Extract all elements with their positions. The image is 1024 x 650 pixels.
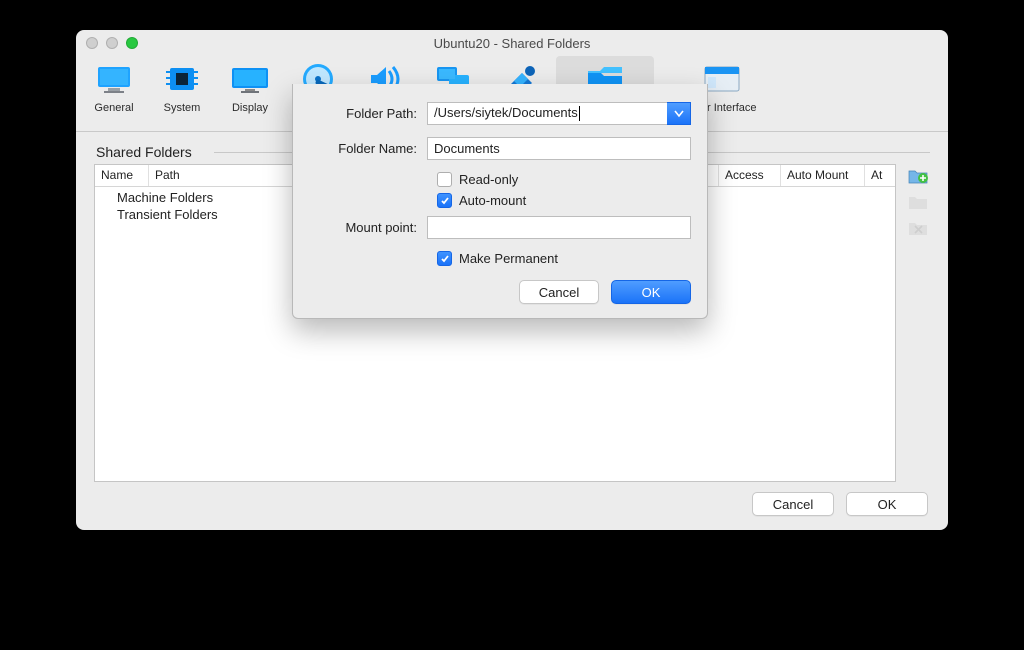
col-auto-mount[interactable]: Auto Mount: [781, 165, 865, 186]
tab-general[interactable]: General: [80, 56, 148, 131]
col-access[interactable]: Access: [719, 165, 781, 186]
folder-name-input[interactable]: [427, 137, 691, 160]
chip-icon: [164, 63, 200, 100]
folder-path-input[interactable]: /Users/siytek/Documents: [427, 102, 667, 125]
traffic-lights: [86, 37, 138, 49]
col-at[interactable]: At: [865, 165, 895, 186]
add-share-dialog: Folder Path: /Users/siytek/Documents Fol…: [292, 84, 708, 319]
edit-folder-button: [908, 192, 928, 210]
cancel-button[interactable]: Cancel: [752, 492, 834, 516]
auto-mount-checkbox[interactable]: [437, 193, 452, 208]
add-folder-button[interactable]: [908, 166, 928, 184]
tab-display[interactable]: Display: [216, 56, 284, 131]
make-permanent-label: Make Permanent: [459, 251, 558, 266]
mount-point-input[interactable]: [427, 216, 691, 239]
make-permanent-checkbox[interactable]: [437, 251, 452, 266]
window-zoom-button[interactable]: [126, 37, 138, 49]
ok-button[interactable]: OK: [846, 492, 928, 516]
col-name[interactable]: Name: [95, 165, 149, 186]
auto-mount-label: Auto-mount: [459, 193, 526, 208]
folder-name-label: Folder Name:: [309, 141, 427, 156]
window-close-button[interactable]: [86, 37, 98, 49]
window-ui-icon: [703, 64, 741, 99]
window-minimize-button[interactable]: [106, 37, 118, 49]
text-cursor: [579, 106, 580, 121]
folder-path-label: Folder Path:: [309, 106, 427, 121]
display-icon: [231, 64, 269, 99]
side-buttons: [906, 164, 930, 482]
monitor-icon: [96, 64, 132, 99]
chevron-down-icon: [674, 105, 684, 123]
folder-path-combo[interactable]: /Users/siytek/Documents: [427, 102, 691, 125]
tab-system[interactable]: System: [148, 56, 216, 131]
dialog-ok-button[interactable]: OK: [611, 280, 691, 304]
read-only-label: Read-only: [459, 172, 518, 187]
folder-path-dropdown-button[interactable]: [667, 102, 691, 125]
read-only-row[interactable]: Read-only: [437, 172, 691, 187]
dialog-cancel-button[interactable]: Cancel: [519, 280, 599, 304]
read-only-checkbox[interactable]: [437, 172, 452, 187]
settings-window: Ubuntu20 - Shared Folders General System…: [76, 30, 948, 530]
window-title: Ubuntu20 - Shared Folders: [76, 36, 948, 51]
remove-folder-button: [908, 218, 928, 236]
auto-mount-row[interactable]: Auto-mount: [437, 193, 691, 208]
make-permanent-row[interactable]: Make Permanent: [437, 251, 691, 266]
titlebar: Ubuntu20 - Shared Folders: [76, 30, 948, 56]
mount-point-label: Mount point:: [309, 220, 427, 235]
